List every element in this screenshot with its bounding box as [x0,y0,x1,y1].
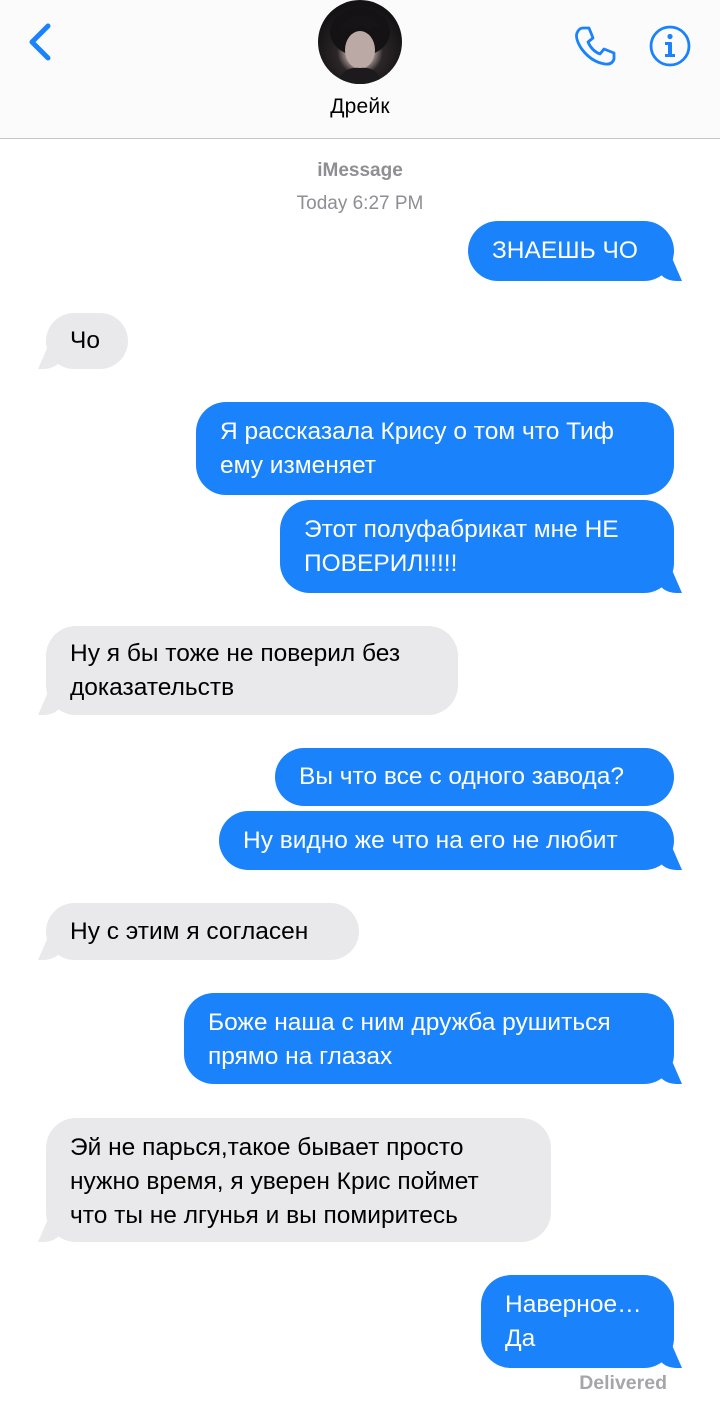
message-bubble-outgoing[interactable]: Я рассказала Крису о том что Тиф ему изм… [196,402,674,495]
chevron-left-icon [29,23,51,61]
info-button[interactable] [648,24,692,68]
conversation-header: Дрейк [0,0,720,139]
call-button[interactable] [571,22,619,70]
contact-avatar[interactable] [318,0,402,84]
message-bubble-outgoing[interactable]: Боже наша с ним дружба рушиться прямо на… [184,993,674,1084]
message-bubble-outgoing[interactable]: Этот полуфабрикат мне НЕ ПОВЕРИЛ!!!!! [280,500,674,593]
message-bubble-incoming[interactable]: Эй не парься,такое бывает просто нужно в… [46,1118,551,1242]
message-bubble-incoming[interactable]: Ну с этим я согласен [46,903,359,960]
contact-name[interactable]: Дрейк [0,95,720,119]
thread-timestamp: Today 6:27 PM [296,193,424,214]
message-bubble-outgoing[interactable]: ЗНАЕШЬ ЧО [468,221,674,281]
delivered-status: Delivered [579,1372,667,1394]
info-icon [649,25,691,67]
message-bubble-outgoing[interactable]: Наверное… Да [481,1275,674,1368]
message-bubble-outgoing[interactable]: Ну видно же что на его не любит [219,811,674,870]
message-bubble-outgoing[interactable]: Вы что все с одного завода? [275,748,674,806]
message-bubble-incoming[interactable]: Чо [46,313,128,369]
avatar-photo [330,8,390,84]
phone-icon [575,26,616,66]
back-button[interactable] [22,20,62,64]
service-label: iMessage [317,160,403,181]
message-bubble-incoming[interactable]: Ну я бы тоже не поверил без доказательст… [46,626,458,715]
